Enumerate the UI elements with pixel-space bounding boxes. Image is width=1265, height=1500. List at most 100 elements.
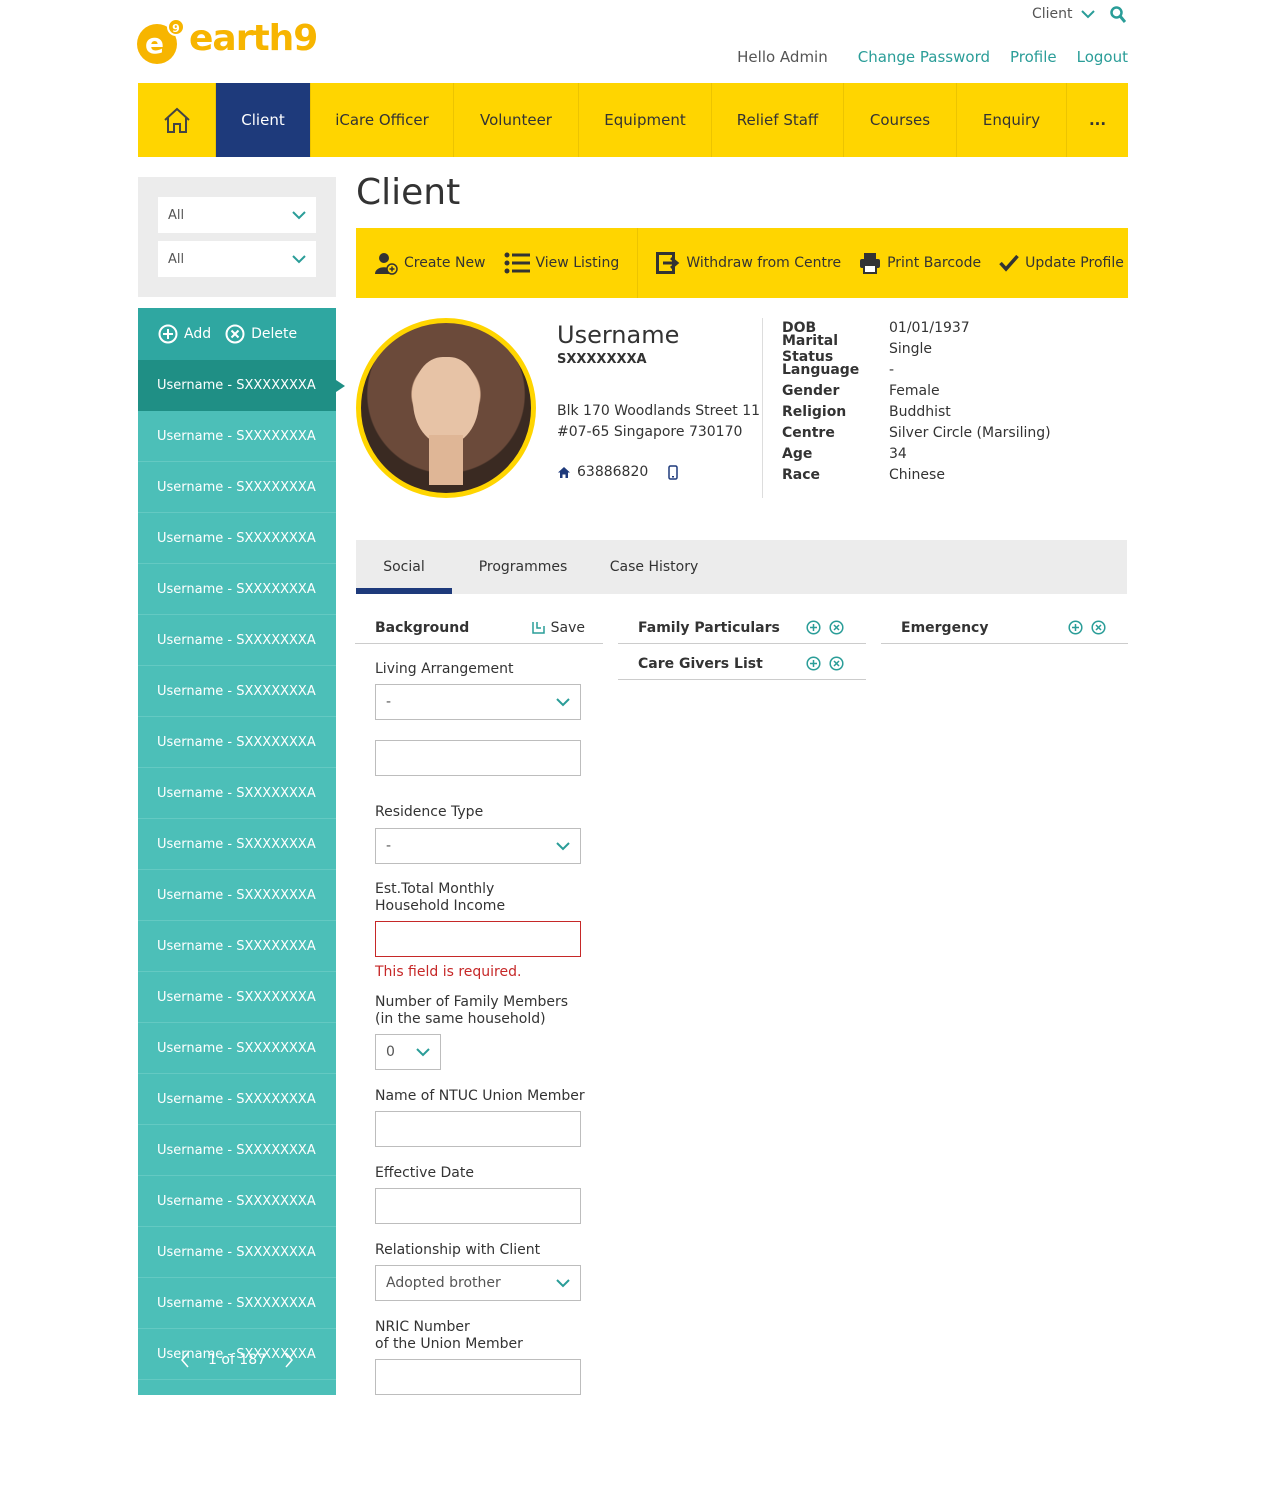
remove-icon[interactable]	[1091, 620, 1106, 635]
detail-key: Centre	[782, 424, 835, 441]
nav-relief-staff[interactable]: Relief Staff	[712, 83, 844, 157]
filter-select-2-value: All	[168, 251, 185, 267]
detail-value: Female	[889, 382, 940, 399]
nav-courses[interactable]: Courses	[844, 83, 957, 157]
module-select-value: Client	[1032, 6, 1073, 22]
client-list-item[interactable]: Username - SXXXXXXXA	[138, 411, 336, 462]
withdraw-button[interactable]: Withdraw from Centre	[656, 252, 841, 274]
client-list-item[interactable]: Username - SXXXXXXXA	[138, 1023, 336, 1074]
search-icon[interactable]	[1110, 6, 1127, 28]
living-arrangement-other-input[interactable]	[375, 740, 581, 776]
living-arrangement-label: Living Arrangement	[375, 661, 514, 677]
home-icon	[163, 107, 190, 133]
logo-text: earth9	[189, 18, 318, 59]
profile-link[interactable]: Profile	[1010, 48, 1057, 66]
client-list-item[interactable]: Username - SXXXXXXXA	[138, 972, 336, 1023]
pagination: 1 of 187	[138, 1325, 336, 1395]
residence-type-value: -	[386, 838, 392, 854]
detail-row: Gender Female	[782, 380, 1051, 401]
filter-select-1[interactable]: All	[158, 197, 316, 233]
update-profile-button[interactable]: Update Profile	[999, 254, 1124, 272]
tab-programmes[interactable]: Programmes	[452, 540, 594, 594]
nav-home[interactable]	[138, 83, 216, 157]
income-input[interactable]	[375, 921, 581, 957]
client-list-item[interactable]: Username - SXXXXXXXA	[138, 921, 336, 972]
relationship-select[interactable]: Adopted brother	[375, 1265, 581, 1301]
client-list-item[interactable]: Username - SXXXXXXXA	[138, 1176, 336, 1227]
detail-key: Gender	[782, 382, 840, 399]
ntuc-member-input[interactable]	[375, 1111, 581, 1147]
client-list-item[interactable]: Username - SXXXXXXXA	[138, 564, 336, 615]
income-error-message: This field is required.	[375, 964, 522, 980]
print-barcode-button[interactable]: Print Barcode	[859, 252, 981, 274]
effective-date-input[interactable]	[375, 1188, 581, 1224]
nav-enquiry[interactable]: Enquiry	[957, 83, 1067, 157]
client-list-item[interactable]: Username - SXXXXXXXA	[138, 768, 336, 819]
nav-equipment[interactable]: Equipment	[579, 83, 712, 157]
nav-more[interactable]: ...	[1067, 83, 1128, 157]
detail-key: Marital Status	[782, 332, 839, 365]
module-select[interactable]: Client	[1032, 6, 1095, 22]
detail-value: Silver Circle (Marsiling)	[889, 424, 1051, 441]
relationship-value: Adopted brother	[386, 1275, 501, 1291]
client-list-item[interactable]: Username - SXXXXXXXA	[138, 717, 336, 768]
chevron-down-icon	[292, 211, 306, 220]
home-phone-number: 63886820	[577, 464, 649, 480]
chevron-left-icon[interactable]	[180, 1352, 190, 1368]
remove-icon[interactable]	[829, 656, 844, 671]
client-list-item[interactable]: Username - SXXXXXXXA	[138, 615, 336, 666]
avatar-face	[413, 357, 479, 445]
remove-icon[interactable]	[829, 620, 844, 635]
change-password-link[interactable]: Change Password	[858, 48, 990, 66]
create-new-button[interactable]: Create New	[374, 251, 486, 275]
family-particulars-title: Family Particulars	[638, 619, 780, 636]
add-icon[interactable]	[1068, 620, 1083, 635]
logo-mark: e 9	[137, 18, 185, 64]
filter-select-2[interactable]: All	[158, 241, 316, 277]
toolbar-divider	[637, 228, 639, 298]
client-list-item[interactable]: Username - SXXXXXXXA	[138, 1074, 336, 1125]
client-list-item[interactable]: Username - SXXXXXXXA	[138, 513, 336, 564]
nav-volunteer[interactable]: Volunteer	[454, 83, 579, 157]
exit-icon	[656, 252, 680, 274]
client-list-item[interactable]: Username - SXXXXXXXA	[138, 819, 336, 870]
client-list-item[interactable]: Username - SXXXXXXXA	[138, 1125, 336, 1176]
logo-mark-letter: e	[145, 27, 164, 60]
nav-icare-officer[interactable]: iCare Officer	[311, 83, 454, 157]
client-avatar	[356, 318, 536, 498]
family-members-select[interactable]: 0	[375, 1034, 441, 1070]
nav-client[interactable]: Client	[216, 83, 311, 157]
residence-type-select[interactable]: -	[375, 828, 581, 864]
tab-case-history[interactable]: Case History	[594, 540, 714, 594]
client-list-item[interactable]: Username - SXXXXXXXA	[138, 666, 336, 717]
income-label: Est.Total Monthly Household Income	[375, 881, 505, 915]
logo-mark-superscript: 9	[167, 18, 185, 36]
tab-social[interactable]: Social	[356, 540, 452, 594]
check-icon	[999, 254, 1019, 272]
home-phone-icon	[558, 466, 570, 478]
union-nric-input[interactable]	[375, 1359, 581, 1395]
client-list-item[interactable]: Username - SXXXXXXXA	[138, 1227, 336, 1278]
add-icon[interactable]	[806, 620, 821, 635]
client-address: Blk 170 Woodlands Street 11 #07-65 Singa…	[557, 401, 760, 443]
mobile-phone-icon[interactable]	[668, 464, 679, 480]
effective-date-label: Effective Date	[375, 1165, 474, 1181]
address-line-2: #07-65 Singapore 730170	[557, 424, 743, 440]
client-list-item[interactable]: Username - SXXXXXXXA	[138, 360, 345, 411]
save-button[interactable]: Save	[531, 620, 585, 636]
add-user-icon	[375, 253, 398, 275]
add-icon[interactable]	[806, 656, 821, 671]
client-list-item[interactable]: Username - SXXXXXXXA	[138, 1278, 336, 1329]
residence-type-label: Residence Type	[375, 804, 484, 820]
earth9-logo[interactable]: e 9 earth9	[137, 18, 327, 66]
logout-link[interactable]: Logout	[1077, 48, 1128, 66]
chevron-right-icon[interactable]	[284, 1352, 294, 1368]
living-arrangement-select[interactable]: -	[375, 684, 581, 720]
view-listing-button[interactable]: View Listing	[504, 252, 619, 274]
detail-row: Race Chinese	[782, 464, 1051, 485]
client-list-item[interactable]: Username - SXXXXXXXA	[138, 462, 336, 513]
add-button[interactable]: Add	[158, 324, 211, 344]
delete-button[interactable]: Delete	[225, 324, 297, 344]
client-list-item[interactable]: Username - SXXXXXXXA	[138, 870, 336, 921]
income-label-line-2: Household Income	[375, 898, 506, 914]
